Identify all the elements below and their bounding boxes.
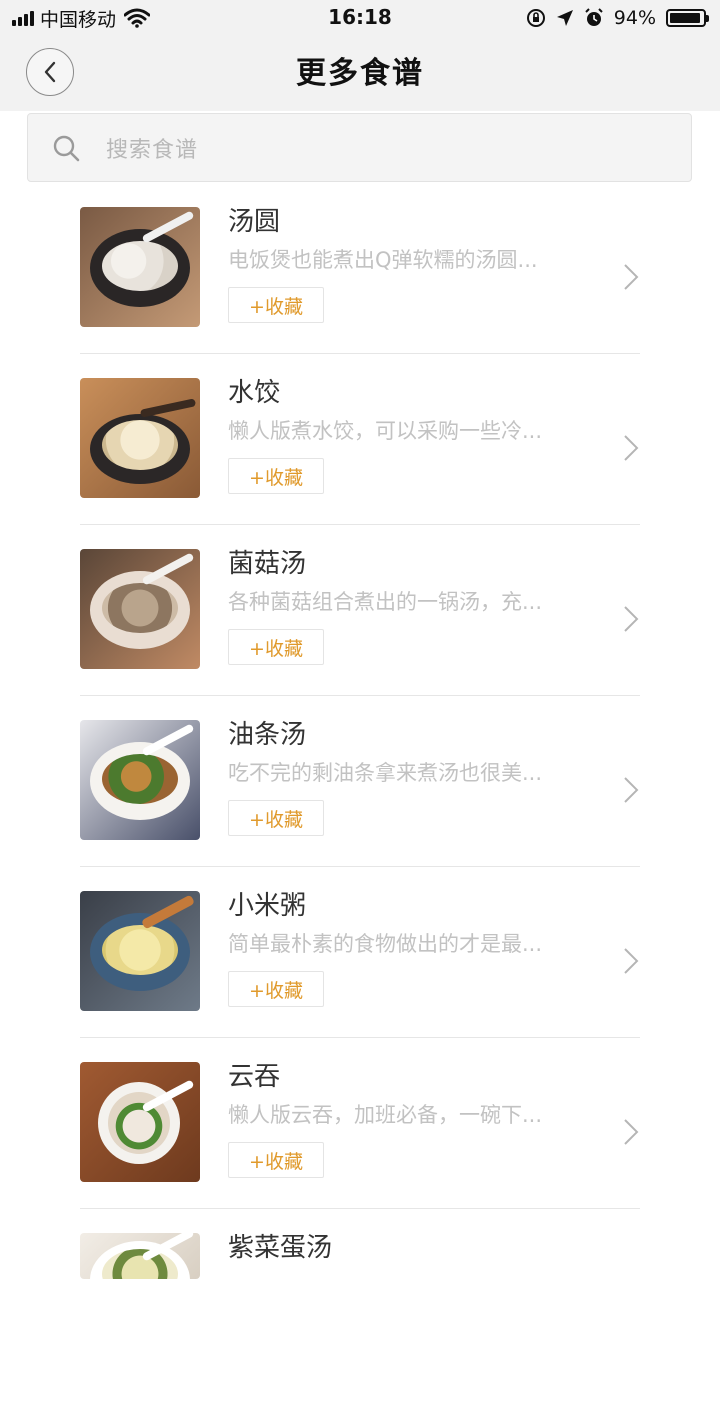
recipe-description: 简单最朴素的食物做出的才是最... bbox=[228, 932, 543, 956]
favorite-button[interactable]: +收藏 bbox=[228, 629, 324, 665]
chevron-right-icon bbox=[624, 1119, 639, 1145]
favorite-button[interactable]: +收藏 bbox=[228, 458, 324, 494]
divider bbox=[80, 866, 640, 867]
recipe-item-seaweed-egg-soup[interactable]: 紫菜蛋汤 bbox=[80, 1233, 640, 1404]
recipe-title: 云吞 bbox=[228, 1062, 281, 1092]
alarm-icon bbox=[585, 8, 603, 26]
recipe-title: 油条汤 bbox=[228, 720, 307, 750]
recipe-thumbnail bbox=[80, 207, 200, 327]
status-bar: 中国移动 16:18 94% bbox=[0, 0, 720, 36]
recipe-list: 汤圆 电饭煲也能煮出Q弹软糯的汤圆... +收藏 水饺 懒人版煮水饺，可以采购一… bbox=[80, 207, 640, 1404]
favorite-button[interactable]: +收藏 bbox=[228, 1142, 324, 1178]
divider bbox=[80, 1037, 640, 1038]
chevron-right-icon bbox=[624, 264, 639, 290]
recipe-item-millet-porridge[interactable]: 小米粥 简单最朴素的食物做出的才是最... +收藏 bbox=[80, 891, 640, 1062]
recipe-description: 电饭煲也能煮出Q弹软糯的汤圆... bbox=[228, 248, 538, 272]
recipe-item-youtiao-soup[interactable]: 油条汤 吃不完的剩油条拿来煮汤也很美... +收藏 bbox=[80, 720, 640, 891]
recipe-description: 吃不完的剩油条拿来煮汤也很美... bbox=[228, 761, 543, 785]
divider bbox=[80, 1208, 640, 1209]
orientation-lock-icon bbox=[526, 9, 545, 27]
chevron-right-icon bbox=[624, 435, 639, 461]
recipe-title: 紫菜蛋汤 bbox=[228, 1233, 333, 1263]
recipe-item-tangyuan[interactable]: 汤圆 电饭煲也能煮出Q弹软糯的汤圆... +收藏 bbox=[80, 207, 640, 378]
favorite-button[interactable]: +收藏 bbox=[228, 971, 324, 1007]
recipe-thumbnail bbox=[80, 1233, 200, 1279]
recipe-thumbnail bbox=[80, 549, 200, 669]
search-input[interactable]: 搜索食谱 bbox=[27, 113, 692, 182]
recipe-thumbnail bbox=[80, 378, 200, 498]
chevron-right-icon bbox=[624, 948, 639, 974]
battery-percent: 94% bbox=[613, 7, 656, 29]
recipe-thumbnail bbox=[80, 891, 200, 1011]
recipe-description: 各种菌菇组合煮出的一锅汤，充... bbox=[228, 590, 543, 614]
recipe-thumbnail bbox=[80, 1062, 200, 1182]
recipe-title: 水饺 bbox=[228, 378, 281, 408]
status-right: 94% bbox=[526, 6, 709, 30]
nav-bar: 更多食谱 bbox=[0, 36, 720, 111]
recipe-title: 小米粥 bbox=[228, 891, 307, 921]
recipe-description: 懒人版云吞，加班必备，一碗下... bbox=[228, 1103, 543, 1127]
search-icon bbox=[53, 135, 80, 161]
location-icon bbox=[556, 10, 573, 26]
favorite-button[interactable]: +收藏 bbox=[228, 287, 324, 323]
battery-icon bbox=[666, 9, 709, 27]
divider bbox=[80, 353, 640, 354]
recipe-item-wonton[interactable]: 云吞 懒人版云吞，加班必备，一碗下... +收藏 bbox=[80, 1062, 640, 1233]
favorite-button[interactable]: +收藏 bbox=[228, 800, 324, 836]
recipe-title: 汤圆 bbox=[228, 207, 281, 237]
chevron-right-icon bbox=[624, 777, 639, 803]
divider bbox=[80, 695, 640, 696]
search-placeholder: 搜索食谱 bbox=[106, 137, 199, 163]
recipe-thumbnail bbox=[80, 720, 200, 840]
recipe-item-shuijiao[interactable]: 水饺 懒人版煮水饺，可以采购一些冷... +收藏 bbox=[80, 378, 640, 549]
recipe-item-mushroom-soup[interactable]: 菌菇汤 各种菌菇组合煮出的一锅汤，充... +收藏 bbox=[80, 549, 640, 720]
recipe-description: 懒人版煮水饺，可以采购一些冷... bbox=[228, 419, 543, 443]
recipe-title: 菌菇汤 bbox=[228, 549, 307, 579]
chevron-right-icon bbox=[624, 606, 639, 632]
page-title: 更多食谱 bbox=[296, 56, 424, 91]
divider bbox=[80, 524, 640, 525]
battery-fill bbox=[670, 13, 701, 23]
